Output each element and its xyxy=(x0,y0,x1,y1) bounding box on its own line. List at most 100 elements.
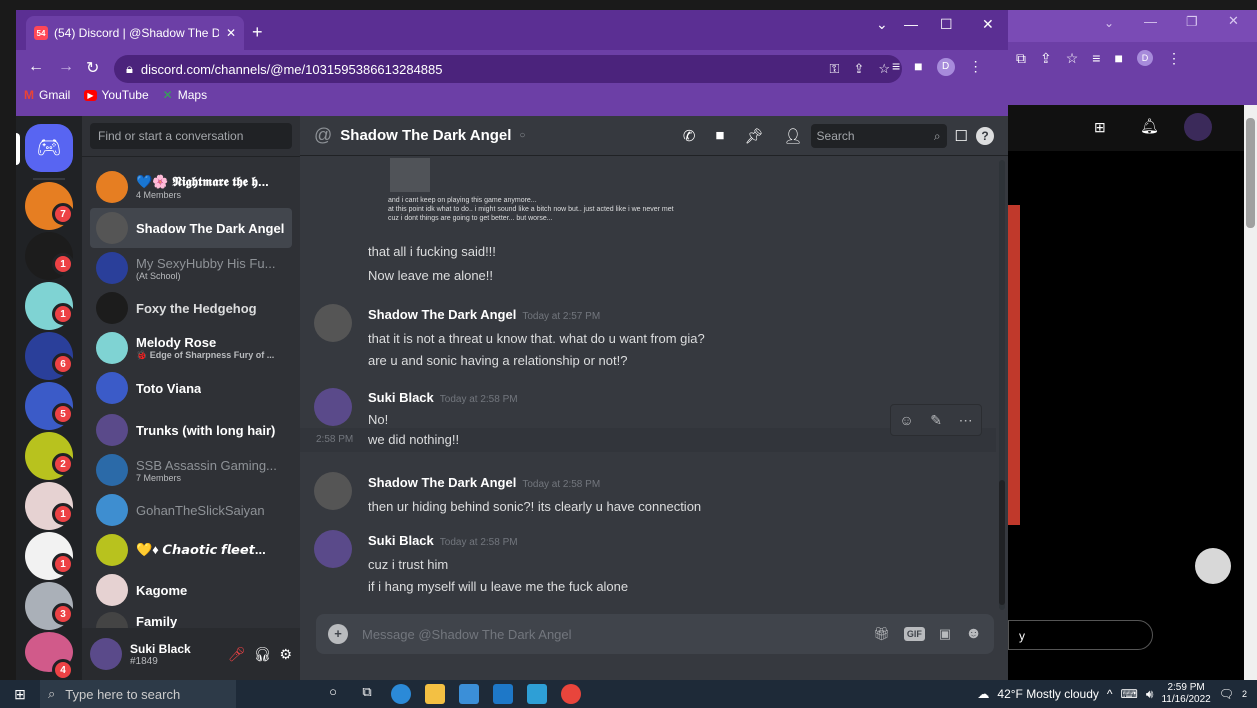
back-button[interactable]: ← xyxy=(28,58,44,76)
unread-badge: 1 xyxy=(52,503,74,525)
message-author[interactable]: Suki Black xyxy=(368,390,434,405)
bookmark-gmail[interactable]: M Gmail xyxy=(24,88,70,102)
dm-item-shadow[interactable]: Shadow The Dark Angel xyxy=(90,208,292,248)
notification-icon[interactable]: 🗨︎ xyxy=(1219,687,1234,701)
app-l-icon[interactable] xyxy=(527,684,547,704)
dm-item[interactable]: SSB Assassin Gaming... 7 Members xyxy=(90,450,292,490)
dm-item[interactable]: Melody Rose 🐞 Edge of Sharpness Fury of .… xyxy=(90,328,292,368)
store-icon[interactable] xyxy=(459,684,479,704)
dm-item[interactable]: Toto Viana xyxy=(90,368,292,408)
unread-badge: 3 xyxy=(52,603,74,625)
dm-item[interactable]: 💛♦ 𝘾𝙝𝙖𝙤𝙩𝙞𝙘 𝙛𝙡𝙚𝙚𝙩... xyxy=(90,530,292,570)
taskbar-search[interactable]: ⌕ Type here to search xyxy=(40,680,236,708)
star-icon[interactable]: ☆ xyxy=(878,61,890,77)
call-icon[interactable]: ✆ xyxy=(683,127,696,145)
profile-avatar[interactable]: D xyxy=(1136,50,1153,66)
headphones-icon[interactable]: 🎧︎ xyxy=(254,646,272,663)
gear-icon[interactable]: ⚙ xyxy=(279,646,292,663)
dm-item-group[interactable]: 💙🌸 𝕹𝖎𝖌𝖍𝖙𝖒𝖆𝖗𝖊 𝖙𝖍𝖊 𝖍... 4 Members xyxy=(90,167,292,207)
dm-item[interactable]: Family xyxy=(90,608,292,628)
message-author[interactable]: Shadow The Dark Angel xyxy=(368,475,516,490)
bell-icon[interactable]: 🔔︎ xyxy=(1140,117,1159,135)
dm-item[interactable]: Foxy the Hedgehog xyxy=(90,288,292,328)
speaker-icon[interactable]: 🔊︎ xyxy=(1146,687,1154,702)
forward-button[interactable]: → xyxy=(58,58,74,76)
dm-item[interactable]: GohanTheSlickSaiyan xyxy=(90,490,292,530)
sidebar-icon[interactable]: ■ xyxy=(1114,50,1122,67)
sticker-icon[interactable]: ▣ xyxy=(939,626,951,642)
cortana-icon[interactable]: ○ xyxy=(323,684,343,704)
restore-icon[interactable]: ❐ xyxy=(1186,14,1198,30)
edit-icon[interactable]: ✎ xyxy=(930,412,942,429)
weather-text[interactable]: 42°F Mostly cloudy xyxy=(997,687,1099,701)
reading-list-icon[interactable]: ≡ xyxy=(1092,50,1100,67)
reading-list-icon[interactable]: ≡ xyxy=(892,58,900,76)
file-explorer-icon[interactable] xyxy=(425,684,445,704)
share-icon[interactable]: ⇪ xyxy=(1040,50,1052,67)
search-input[interactable]: Search ⌕ xyxy=(810,123,947,148)
chrome-icon[interactable] xyxy=(561,684,581,704)
avatar[interactable] xyxy=(1195,548,1231,584)
avatar[interactable] xyxy=(1184,113,1212,141)
close-icon[interactable]: ✕ xyxy=(1228,13,1239,29)
find-conversation-input[interactable]: Find or start a conversation xyxy=(90,123,292,149)
help-icon[interactable]: ? xyxy=(976,126,994,145)
more-icon[interactable]: ⋯ xyxy=(959,412,973,429)
tray-chevron-icon[interactable]: ^ xyxy=(1107,687,1113,701)
reload-button[interactable]: ↻ xyxy=(86,58,99,78)
clock[interactable]: 2:59 PM 11/16/2022 xyxy=(1161,682,1210,706)
windows-start-icon[interactable]: ⊞ xyxy=(0,686,40,703)
pin-icon[interactable]: 📌︎ xyxy=(744,127,763,145)
add-reaction-icon[interactable]: ☺ xyxy=(899,412,913,428)
attachment-image[interactable] xyxy=(390,158,430,192)
mute-icon[interactable]: 🎤︎ xyxy=(228,646,246,663)
bookmark-maps[interactable]: ✕ Maps xyxy=(163,88,207,102)
mail-icon[interactable] xyxy=(493,684,513,704)
gift-icon[interactable]: 🎁︎ xyxy=(873,626,890,642)
message-author[interactable]: Shadow The Dark Angel xyxy=(368,307,516,322)
discord-home-icon[interactable]: 🎮︎ xyxy=(25,124,73,172)
key-icon[interactable]: ⚿ xyxy=(830,61,840,77)
address-bar[interactable]: 🔒︎ discord.com/channels/@me/103159538661… xyxy=(114,55,902,83)
install-icon[interactable]: ⧉ xyxy=(1016,50,1026,67)
tab-discord[interactable]: 54 (54) Discord | @Shadow The Dark ✕ xyxy=(26,16,244,50)
network-icon[interactable]: ⌨ xyxy=(1121,687,1138,701)
maximize-button[interactable]: ☐ xyxy=(940,16,953,33)
avatar[interactable] xyxy=(90,638,122,670)
sidebar-icon[interactable]: ■ xyxy=(914,58,922,76)
chevron-down-icon[interactable]: ⌄ xyxy=(876,16,888,33)
close-icon[interactable]: ✕ xyxy=(226,26,236,40)
close-button[interactable]: ✕ xyxy=(982,16,994,33)
emoji-icon[interactable]: ☻ xyxy=(965,625,982,643)
gif-button[interactable]: GIF xyxy=(903,627,925,641)
more-icon[interactable]: ⋮ xyxy=(1167,50,1181,67)
partial-input[interactable]: y xyxy=(1008,620,1153,650)
share-icon[interactable]: ⇪ xyxy=(853,61,864,77)
bookmark-youtube[interactable]: ▶ YouTube xyxy=(84,88,149,102)
dm-item[interactable]: Trunks (with long hair) xyxy=(90,410,292,450)
dm-item[interactable]: My SexyHubby His Fu... (At School) xyxy=(90,248,292,288)
new-tab-button[interactable]: + xyxy=(252,22,263,43)
profile-avatar[interactable]: D xyxy=(936,58,955,76)
message-author[interactable]: Suki Black xyxy=(368,533,434,548)
attach-icon[interactable]: + xyxy=(328,624,348,644)
star-icon[interactable]: ☆ xyxy=(1066,50,1079,67)
minimize-button[interactable]: — xyxy=(904,16,918,32)
avatar[interactable] xyxy=(314,472,352,510)
avatar[interactable] xyxy=(314,388,352,426)
video-icon[interactable]: ■ xyxy=(715,127,724,144)
add-friend-icon[interactable]: 👤︎ xyxy=(784,127,803,145)
scrollbar-thumb[interactable] xyxy=(1246,118,1255,228)
more-icon[interactable]: ⋮ xyxy=(969,58,983,76)
message-input[interactable]: Message @Shadow The Dark Angel xyxy=(362,627,859,642)
dm-item[interactable]: Kagome xyxy=(90,570,292,610)
chat-scrollbar-thumb[interactable] xyxy=(999,480,1005,605)
minimize-icon[interactable]: — xyxy=(1144,14,1157,29)
avatar[interactable] xyxy=(314,530,352,568)
chevron-down-icon[interactable]: ⌄ xyxy=(1104,16,1114,30)
avatar[interactable] xyxy=(314,304,352,342)
task-view-icon[interactable]: ⧉ xyxy=(357,684,377,704)
create-icon[interactable]: ⊞ xyxy=(1094,119,1106,136)
inbox-icon[interactable]: ☐ xyxy=(955,127,968,145)
edge-icon[interactable] xyxy=(391,684,411,704)
